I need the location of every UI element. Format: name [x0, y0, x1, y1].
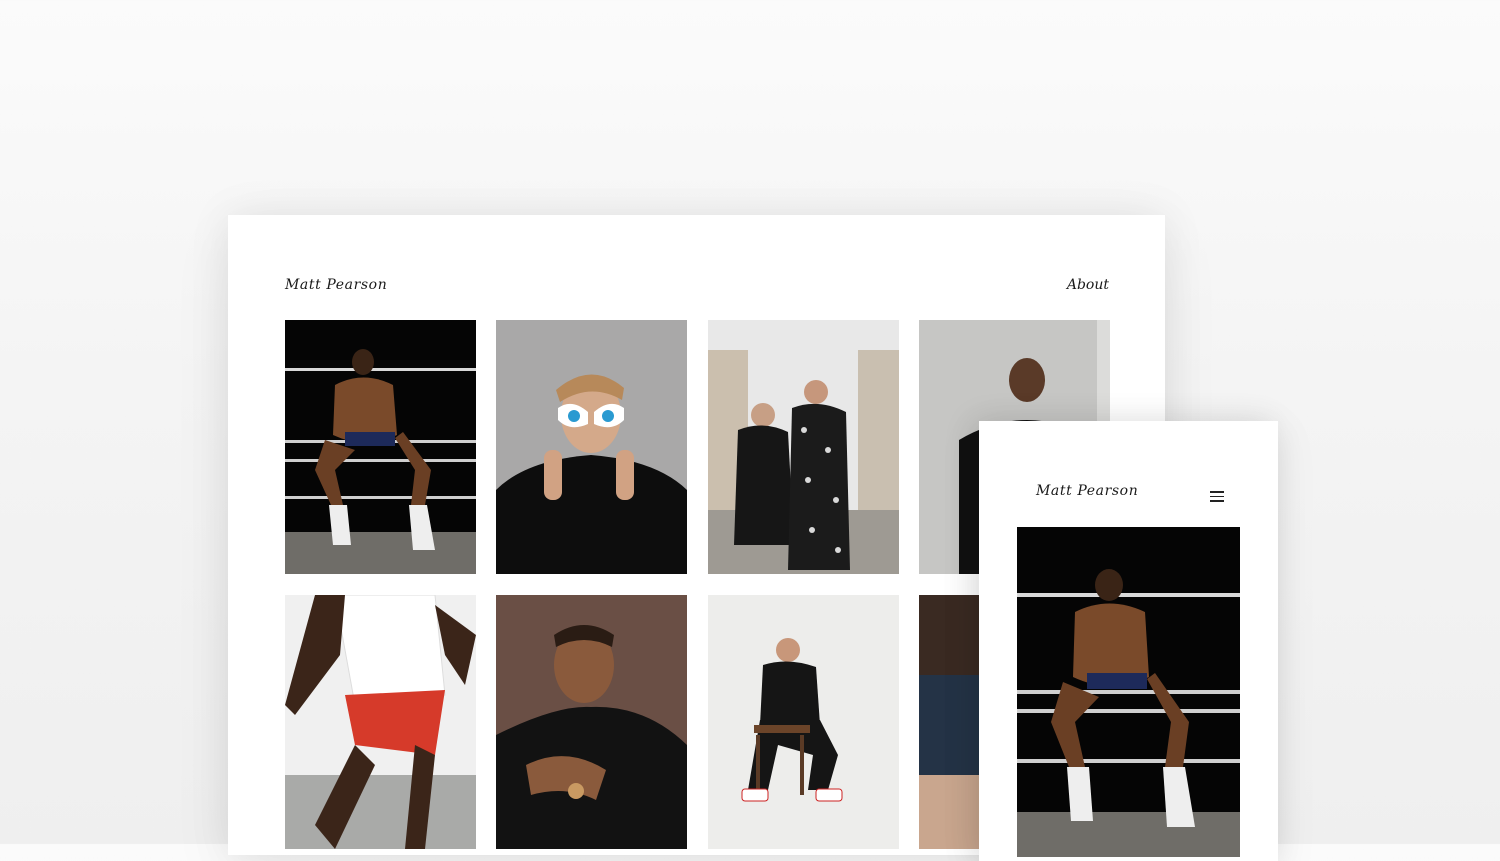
gallery-photo-boxer[interactable]: [285, 320, 476, 574]
mobile-site-logo[interactable]: Matt Pearson: [1036, 483, 1138, 499]
gallery-photo-sunglasses[interactable]: [496, 320, 687, 574]
hamburger-icon[interactable]: [1210, 491, 1224, 502]
mobile-photo-boxer[interactable]: [1017, 527, 1240, 857]
nav-about-link[interactable]: About: [1067, 277, 1109, 293]
site-logo[interactable]: Matt Pearson: [285, 277, 387, 293]
gallery-photo-watch[interactable]: [496, 595, 687, 849]
mobile-site-preview: Matt Pearson: [979, 421, 1278, 861]
gallery-photo-sprinter[interactable]: [285, 595, 476, 849]
gallery-photo-chair[interactable]: [708, 595, 899, 849]
gallery-photo-couple[interactable]: [708, 320, 899, 574]
